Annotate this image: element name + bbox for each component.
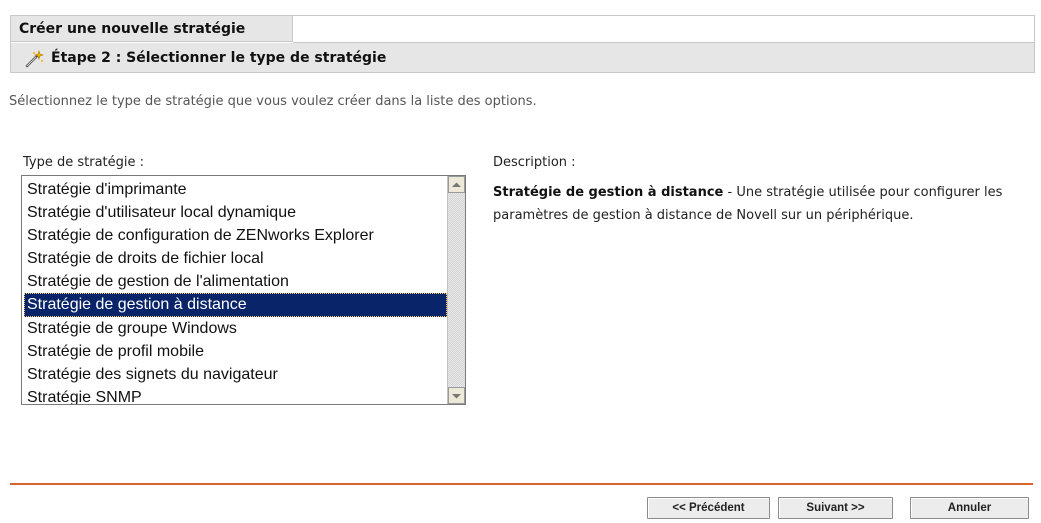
listbox-scrollbar[interactable] <box>447 176 465 404</box>
intro-text: Sélectionnez le type de stratégie que vo… <box>9 94 537 109</box>
list-item[interactable]: Stratégie de droits de fichier local <box>24 247 447 270</box>
list-item[interactable]: Stratégie SNMP <box>24 386 447 404</box>
wizard-header: Créer une nouvelle stratégie Étape 2 : S… <box>10 15 1035 73</box>
window-title: Créer une nouvelle stratégie <box>11 16 293 42</box>
list-item[interactable]: Stratégie de groupe Windows <box>24 317 447 340</box>
list-item[interactable]: Stratégie des signets du navigateur <box>24 363 447 386</box>
step-title: Étape 2 : Sélectionner le type de straté… <box>51 50 387 66</box>
arrow-up-icon <box>452 182 461 187</box>
policy-type-listbox[interactable]: Stratégie d'imprimante Stratégie d'utilis… <box>21 175 466 405</box>
description-label: Description : <box>493 155 576 170</box>
arrow-down-icon <box>452 393 461 398</box>
description-policy-name: Stratégie de gestion à distance <box>493 185 724 200</box>
policy-type-label: Type de stratégie : <box>23 155 145 170</box>
list-item[interactable]: Stratégie d'utilisateur local dynamique <box>24 201 447 224</box>
step-title-bar: Étape 2 : Sélectionner le type de straté… <box>11 43 1034 73</box>
list-item[interactable]: Stratégie de configuration de ZENworks E… <box>24 224 447 247</box>
footer-divider <box>10 483 1033 485</box>
list-item[interactable]: Stratégie de gestion à distance <box>24 293 447 317</box>
previous-button[interactable]: << Précédent <box>647 497 770 519</box>
description-text: Stratégie de gestion à distance - Une st… <box>493 181 1028 227</box>
header-spacer <box>293 16 1034 43</box>
scroll-up-button[interactable] <box>448 176 465 193</box>
list-item[interactable]: Stratégie de gestion de l'alimentation <box>24 270 447 293</box>
list-item[interactable]: Stratégie de profil mobile <box>24 340 447 363</box>
scroll-down-button[interactable] <box>448 387 465 404</box>
next-button[interactable]: Suivant >> <box>778 497 893 519</box>
wizard-wand-icon <box>24 49 44 68</box>
cancel-button[interactable]: Annuler <box>910 497 1029 519</box>
policy-type-list: Stratégie d'imprimante Stratégie d'utilis… <box>24 178 447 404</box>
list-item[interactable]: Stratégie d'imprimante <box>24 178 447 201</box>
